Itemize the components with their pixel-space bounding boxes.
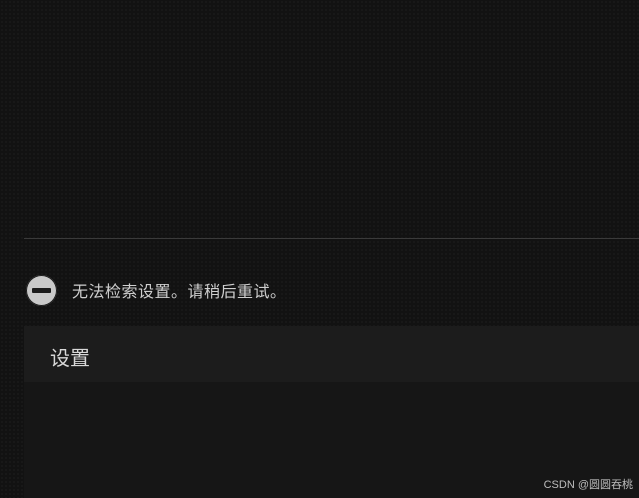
error-message: 无法检索设置。请稍后重试。 <box>72 282 287 301</box>
watermark: CSDN @圆圆吞桃 <box>543 479 633 491</box>
section-divider <box>24 238 639 239</box>
settings-title: 设置 <box>50 346 90 370</box>
error-message-row: 无法检索设置。请稍后重试。 <box>26 274 287 306</box>
settings-panel: 设置 <box>24 326 639 498</box>
minus-circle-icon <box>26 274 57 306</box>
top-empty-area <box>0 0 639 239</box>
settings-header: 设置 <box>24 326 639 382</box>
